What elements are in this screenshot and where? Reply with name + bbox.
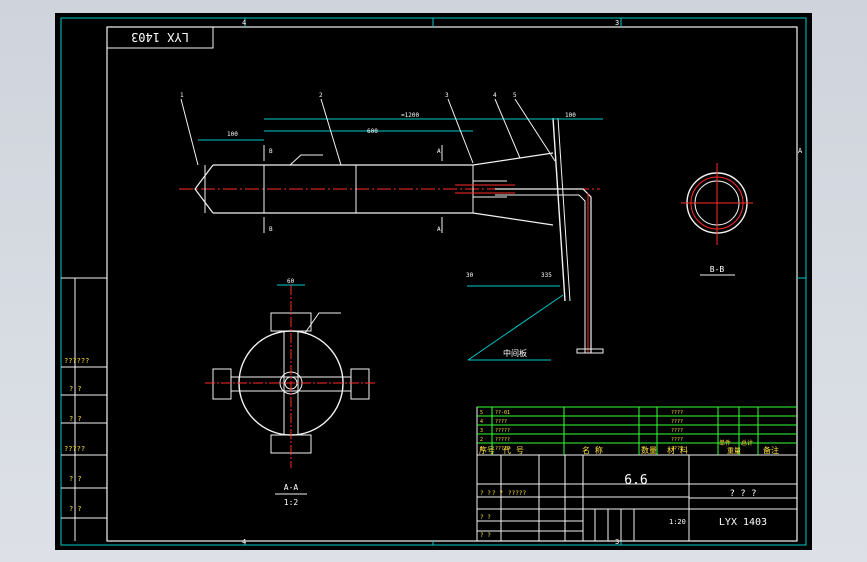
scale-value: 6.6: [624, 473, 647, 488]
balloon-2: 2: [319, 92, 323, 99]
hdr-remark: 备注: [763, 445, 779, 455]
zone-label-right-a: A: [798, 147, 803, 155]
section-aa-scale: 1:2: [284, 498, 299, 507]
left-label-0: ??????: [64, 357, 89, 365]
part-code: ?????: [495, 437, 510, 443]
part-no: 2: [480, 437, 483, 443]
hdr-total: 总计: [741, 439, 753, 447]
hdr-no: 序号: [479, 445, 495, 455]
dim-60: 60: [287, 278, 295, 285]
dim-100-left: 100: [227, 131, 238, 138]
hdr-material: 材 料: [667, 445, 688, 455]
balloon-3: 3: [445, 92, 449, 99]
part-no: 4: [480, 419, 483, 425]
sheet-value: 1:20: [669, 518, 686, 526]
dim-100-right: 100: [565, 112, 576, 119]
dim-335: 335: [541, 272, 552, 279]
note-flange: 中间板: [503, 348, 527, 358]
part-code: ????: [495, 419, 507, 425]
sign-row-2: ?????: [508, 490, 526, 497]
left-label-2: ? ?: [69, 415, 82, 423]
balloon-5: 5: [513, 92, 517, 99]
left-label-5: ? ?: [69, 505, 82, 513]
sign-row-3: ? ?: [480, 514, 491, 521]
section-mark-b2: B: [269, 226, 273, 233]
section-mark-a1: A: [437, 148, 441, 155]
part-no: 5: [480, 410, 483, 416]
hdr-code: 代 号: [503, 445, 524, 455]
outer-border: [60, 17, 807, 546]
zone-label-top-a: 4: [242, 19, 246, 27]
dim-30: 30: [466, 272, 474, 279]
part-material: ????: [671, 419, 683, 425]
inner-border: [106, 26, 798, 542]
sign-row-4: ? ?: [480, 532, 491, 539]
section-mark-b1: B: [269, 148, 273, 155]
dim-600: 600: [367, 128, 378, 135]
balloon-1: 1: [180, 92, 184, 99]
sign-row-1: ? ?: [492, 490, 503, 497]
drawing-svg: 4 3 A 4 3 LYX 1403 ?????? ? ? ? ? ????? …: [60, 17, 807, 546]
part-code: ??-01: [495, 410, 510, 416]
sign-row-0: ? ?: [480, 490, 491, 497]
part-material: ????: [671, 410, 683, 416]
name-value: ? ? ?: [729, 489, 756, 499]
left-label-1: ? ?: [69, 385, 82, 393]
section-aa-label: A-A: [284, 483, 299, 492]
zone-label-bottom-a: 4: [242, 538, 246, 546]
balloon-4: 4: [493, 92, 497, 99]
zone-label-bottom-b: 3: [615, 538, 619, 546]
left-label-4: ? ?: [69, 475, 82, 483]
section-mark-a2: A: [437, 226, 441, 233]
left-label-3: ?????: [64, 445, 85, 453]
cad-viewport[interactable]: 4 3 A 4 3 LYX 1403 ?????? ? ? ? ? ????? …: [0, 0, 867, 562]
part-material: ????: [671, 428, 683, 434]
code-value: LYX 1403: [719, 517, 767, 528]
dim-1200: ≈1200: [401, 112, 419, 119]
hdr-weight: 重量: [727, 447, 741, 455]
drawing-canvas[interactable]: 4 3 A 4 3 LYX 1403 ?????? ? ? ? ? ????? …: [55, 13, 812, 550]
hdr-qty: 数量: [641, 445, 657, 455]
part-code: ?????: [495, 428, 510, 434]
hdr-unit: 单件: [719, 439, 731, 447]
part-no: 3: [480, 428, 483, 434]
corner-code: LYX 1403: [131, 30, 189, 44]
hdr-name: 名 称: [582, 445, 603, 455]
part-material: ????: [671, 437, 683, 443]
section-bb-label: B-B: [710, 265, 725, 274]
zone-label-top-b: 3: [615, 19, 619, 27]
